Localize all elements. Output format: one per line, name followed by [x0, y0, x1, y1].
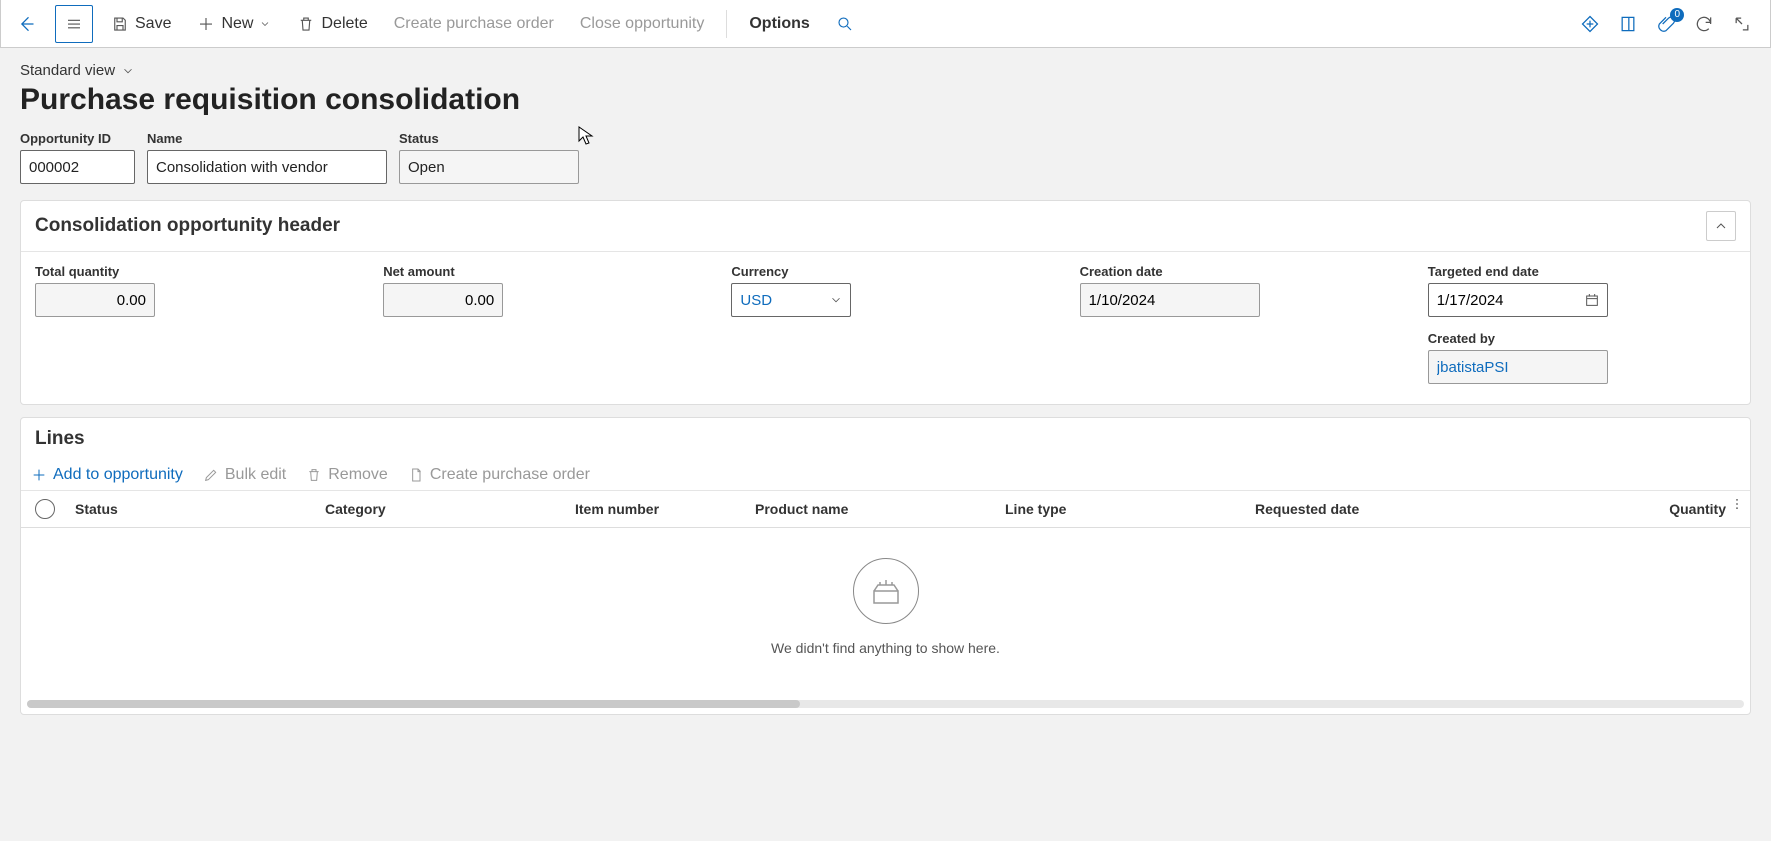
lines-toolbar: Add to opportunity Bulk edit Remove Crea…: [21, 460, 1750, 491]
created-by-label: Created by: [1428, 331, 1736, 346]
calendar-icon[interactable]: [1584, 292, 1600, 308]
chevron-up-icon: [1713, 218, 1729, 234]
lines-create-po-button[interactable]: Create purchase order: [408, 466, 590, 484]
remove-button[interactable]: Remove: [306, 466, 388, 484]
diamond-icon[interactable]: [1580, 14, 1600, 34]
view-selector[interactable]: Standard view: [20, 58, 135, 83]
panel-icon[interactable]: [1618, 14, 1638, 34]
field-currency: Currency USD: [731, 264, 1039, 317]
field-creation-date: Creation date: [1080, 264, 1388, 317]
add-label: Add to opportunity: [53, 466, 183, 484]
field-name: Name: [147, 131, 387, 184]
select-all-toggle[interactable]: [35, 499, 55, 519]
create-po-button[interactable]: Create purchase order: [386, 11, 562, 37]
collapse-button[interactable]: [1706, 211, 1736, 241]
hamburger-icon: [65, 15, 83, 33]
creation-date-input: [1080, 283, 1260, 317]
add-to-opportunity-button[interactable]: Add to opportunity: [31, 466, 183, 484]
toolbar-separator: [726, 10, 727, 38]
status-input: [399, 150, 579, 184]
scrollbar-thumb[interactable]: [27, 700, 800, 708]
name-label: Name: [147, 131, 387, 146]
creation-date-label: Creation date: [1080, 264, 1388, 279]
delete-label: Delete: [321, 15, 367, 33]
consolidation-header-title: Consolidation opportunity header: [35, 215, 340, 237]
close-opp-label: Close opportunity: [580, 15, 705, 33]
bulk-label: Bulk edit: [225, 466, 286, 484]
opportunity-id-input[interactable]: [20, 150, 135, 184]
more-vertical-icon: [1730, 497, 1744, 511]
empty-message: We didn't find anything to show here.: [771, 640, 1000, 656]
menu-toggle-button[interactable]: [55, 5, 93, 43]
attachment-badge: 0: [1670, 8, 1684, 22]
save-icon: [111, 15, 129, 33]
field-status: Status: [399, 131, 579, 184]
search-icon: [836, 15, 854, 33]
popout-button[interactable]: [1732, 14, 1752, 34]
empty-box-icon: [866, 571, 906, 611]
lines-grid-header: Status Category Item number Product name…: [21, 491, 1750, 528]
name-input[interactable]: [147, 150, 387, 184]
refresh-button[interactable]: [1694, 14, 1714, 34]
col-line-type[interactable]: Line type: [995, 501, 1245, 517]
chevron-down-icon: [259, 18, 271, 30]
view-label: Standard view: [20, 62, 115, 79]
net-amount-input: [383, 283, 503, 317]
empty-illustration: [853, 558, 919, 624]
options-label: Options: [749, 15, 809, 33]
popout-icon: [1732, 14, 1752, 34]
back-button[interactable]: [7, 5, 45, 43]
opportunity-id-label: Opportunity ID: [20, 131, 135, 146]
close-opportunity-button[interactable]: Close opportunity: [572, 11, 713, 37]
options-button[interactable]: Options: [741, 11, 817, 37]
field-net-amount: Net amount: [383, 264, 691, 317]
field-targeted-end-date: Targeted end date: [1428, 264, 1736, 317]
col-item-number[interactable]: Item number: [565, 501, 745, 517]
page-title: Purchase requisition consolidation: [20, 83, 1751, 117]
save-button[interactable]: Save: [103, 11, 179, 37]
document-icon: [408, 467, 424, 483]
total-qty-label: Total quantity: [35, 264, 343, 279]
plus-icon: [31, 467, 47, 483]
lines-panel: Lines Add to opportunity Bulk edit Remov…: [20, 417, 1751, 715]
arrow-left-icon: [16, 14, 36, 34]
currency-label: Currency: [731, 264, 1039, 279]
col-status[interactable]: Status: [65, 501, 315, 517]
attachment-button[interactable]: 0: [1656, 14, 1676, 34]
lines-grid-empty: We didn't find anything to show here.: [21, 528, 1750, 696]
chevron-down-icon: [121, 64, 135, 78]
create-po-label: Create purchase order: [394, 15, 554, 33]
lines-create-po-label: Create purchase order: [430, 466, 590, 484]
col-category[interactable]: Category: [315, 501, 565, 517]
plus-icon: [197, 15, 215, 33]
target-end-label: Targeted end date: [1428, 264, 1736, 279]
col-product-name[interactable]: Product name: [745, 501, 995, 517]
new-label: New: [221, 15, 253, 33]
search-button[interactable]: [828, 11, 862, 37]
grid-more-button[interactable]: [1730, 497, 1744, 511]
consolidation-header-panel: Consolidation opportunity header Total q…: [20, 200, 1751, 405]
field-opportunity-id: Opportunity ID: [20, 131, 135, 184]
pencil-icon: [203, 467, 219, 483]
lines-title: Lines: [35, 428, 85, 450]
field-created-by: Created by: [1428, 331, 1736, 384]
created-by-input: [1428, 350, 1608, 384]
new-button[interactable]: New: [189, 11, 279, 37]
refresh-icon: [1694, 14, 1714, 34]
lines-horizontal-scrollbar[interactable]: [27, 700, 1744, 708]
remove-label: Remove: [328, 466, 388, 484]
trash-icon: [297, 15, 315, 33]
net-amount-label: Net amount: [383, 264, 691, 279]
save-label: Save: [135, 15, 171, 33]
trash-icon: [306, 467, 322, 483]
field-total-quantity: Total quantity: [35, 264, 343, 317]
action-pane: Save New Delete Create purchase order Cl…: [0, 0, 1771, 48]
total-qty-input: [35, 283, 155, 317]
target-end-input[interactable]: [1428, 283, 1608, 317]
status-label: Status: [399, 131, 579, 146]
delete-button[interactable]: Delete: [289, 11, 375, 37]
col-requested-date[interactable]: Requested date: [1245, 501, 1475, 517]
currency-select[interactable]: USD: [731, 283, 851, 317]
bulk-edit-button[interactable]: Bulk edit: [203, 466, 286, 484]
